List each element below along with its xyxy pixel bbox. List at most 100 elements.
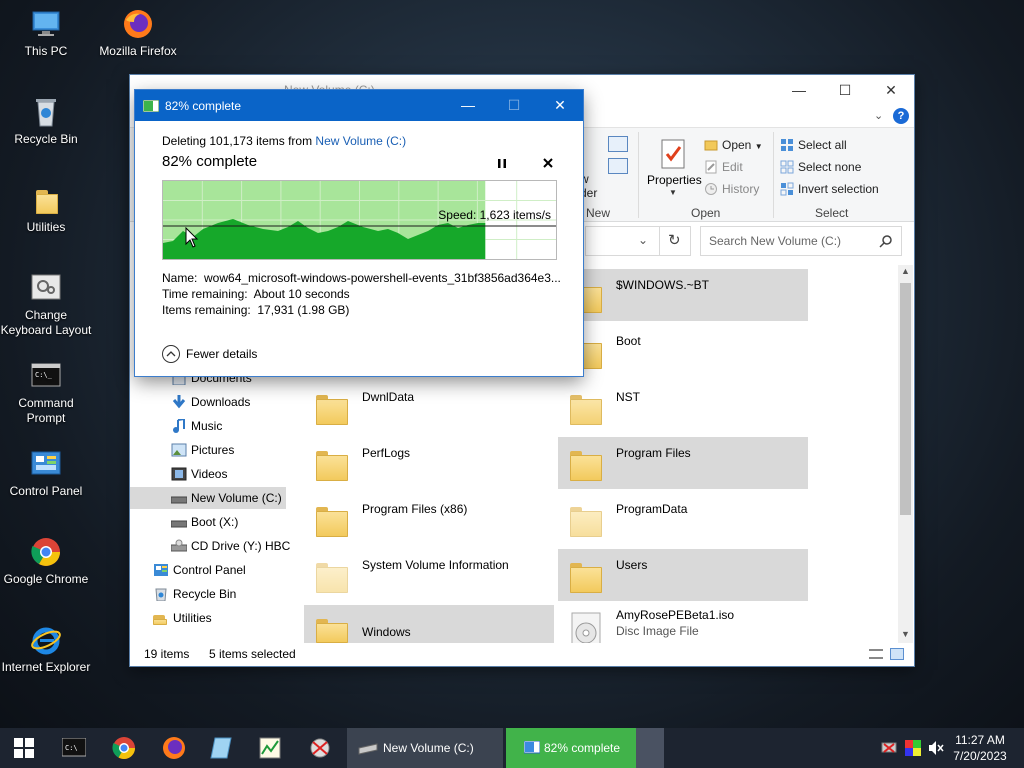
- taskbar-task-manager[interactable]: [246, 728, 294, 768]
- selected-count: 5 items selected: [209, 647, 296, 661]
- properties-button[interactable]: Properties ▼: [644, 136, 702, 200]
- file-item-perflogs[interactable]: PerfLogs: [304, 437, 554, 489]
- nav-item-downloads[interactable]: Downloads: [158, 391, 286, 413]
- taskbar-command-prompt[interactable]: C:\: [50, 728, 98, 768]
- file-item-program-files[interactable]: Program Files: [558, 437, 808, 489]
- details-view-icon[interactable]: [869, 649, 883, 659]
- desktop-icon-label: Internet Explorer: [1, 660, 91, 674]
- desktop-icon-label: Control Panel: [9, 484, 83, 498]
- start-button[interactable]: [0, 728, 48, 768]
- nav-item-new-volume-c[interactable]: New Volume (C:): [130, 487, 286, 509]
- source-location-link[interactable]: New Volume (C:): [315, 134, 406, 148]
- close-button[interactable]: ✕: [868, 75, 914, 105]
- delete-progress-dialog[interactable]: 82% complete — ☐ ✕ Deleting 101,173 item…: [135, 90, 583, 376]
- desktop-icon-command-prompt[interactable]: C:\_ Command Prompt: [0, 360, 92, 426]
- file-item-dwnldata[interactable]: DwnlData: [304, 381, 554, 433]
- progress-dialog-icon: [143, 100, 159, 112]
- volume-muted-icon[interactable]: [928, 740, 944, 756]
- status-bar: 19 items 5 items selected: [130, 643, 914, 666]
- history-button[interactable]: History: [704, 180, 759, 198]
- taskbar: C:\ New Volume (C:) 82% complete 11:27 A…: [0, 728, 1024, 768]
- control-panel-icon: [154, 564, 168, 576]
- select-none-button[interactable]: Select none: [780, 158, 861, 176]
- nav-item-videos[interactable]: Videos: [158, 463, 286, 485]
- taskbar-chrome[interactable]: [100, 728, 148, 768]
- maximize-button[interactable]: ☐: [491, 90, 537, 121]
- close-button[interactable]: ✕: [537, 90, 583, 121]
- select-all-button[interactable]: Select all: [780, 136, 847, 154]
- desktop-icon-label: Change Keyboard Layout: [0, 308, 92, 337]
- minimize-button[interactable]: —: [776, 75, 822, 105]
- maximize-button[interactable]: ☐: [822, 75, 868, 105]
- scroll-up-icon[interactable]: ▲: [901, 266, 910, 276]
- file-item-amyrosepebeta1-iso[interactable]: AmyRosePEBeta1.iso Disc Image File: [558, 605, 808, 643]
- chevron-down-icon[interactable]: ⌄: [638, 233, 648, 247]
- refresh-button[interactable]: ↻: [659, 226, 691, 256]
- nav-item-utilities[interactable]: Utilities: [140, 607, 280, 629]
- search-box[interactable]: Search New Volume (C:): [700, 226, 902, 256]
- color-display-icon[interactable]: [905, 740, 921, 756]
- file-item-programdata[interactable]: ProgramData: [558, 493, 808, 545]
- folder-icon: [153, 611, 169, 625]
- file-item-windows[interactable]: Windows: [304, 605, 554, 643]
- vertical-scrollbar[interactable]: ▲ ▼: [898, 265, 913, 643]
- ribbon-collapse-icon[interactable]: ⌄: [874, 109, 883, 122]
- nav-item-recycle-bin[interactable]: Recycle Bin: [140, 583, 280, 605]
- cd-drive-icon: [171, 539, 187, 552]
- file-item-windows-bt[interactable]: $WINDOWS.~BT: [558, 269, 808, 321]
- open-button[interactable]: Open ▼: [704, 136, 763, 154]
- large-icons-view-icon[interactable]: [890, 648, 904, 660]
- nav-item-pictures[interactable]: Pictures: [158, 439, 286, 461]
- pause-button[interactable]: [493, 155, 511, 173]
- minimize-button[interactable]: —: [445, 90, 491, 121]
- taskbar-task-explorer[interactable]: New Volume (C:): [347, 728, 503, 768]
- file-item-nst[interactable]: NST: [558, 381, 808, 433]
- desktop-icon-internet-explorer[interactable]: Internet Explorer: [0, 624, 92, 675]
- scroll-down-icon[interactable]: ▼: [901, 629, 910, 639]
- drive-icon: [171, 496, 187, 504]
- address-bar[interactable]: ⌄: [585, 226, 661, 256]
- network-icon[interactable]: [881, 740, 897, 756]
- taskbar-snipping-tool[interactable]: [296, 728, 344, 768]
- edit-button[interactable]: Edit: [704, 158, 743, 176]
- desktop-icon-label: This PC: [24, 44, 68, 58]
- desktop-icon-recycle-bin[interactable]: Recycle Bin: [0, 96, 92, 147]
- file-item-system-volume-information[interactable]: System Volume Information: [304, 549, 554, 601]
- folder-icon: [30, 184, 62, 216]
- nav-item-control-panel[interactable]: Control Panel: [140, 559, 280, 581]
- desktop-icon-google-chrome[interactable]: Google Chrome: [0, 536, 92, 587]
- help-icon[interactable]: ?: [893, 108, 909, 124]
- nav-item-boot-x[interactable]: Boot (X:): [158, 511, 286, 533]
- desktop-icon-firefox[interactable]: Mozilla Firefox: [92, 8, 184, 59]
- history-icon: [705, 183, 717, 195]
- search-icon: [879, 235, 892, 248]
- nav-item-cd-drive-y[interactable]: CD Drive (Y:) HBC: [158, 535, 290, 557]
- copy-path-icon[interactable]: [608, 136, 628, 152]
- desktop-icon-control-panel[interactable]: Control Panel: [0, 448, 92, 499]
- desktop-icon-utilities[interactable]: Utilities: [0, 184, 92, 235]
- invert-selection-button[interactable]: Invert selection: [780, 180, 879, 198]
- ribbon-group-open: Open: [691, 206, 721, 220]
- taskbar-notepad[interactable]: [198, 728, 246, 768]
- paste-shortcut-icon[interactable]: [608, 158, 628, 174]
- desktop-icon-this-pc[interactable]: This PC: [0, 8, 92, 59]
- system-clock[interactable]: 11:27 AM 7/20/2023: [950, 732, 1010, 764]
- invert-selection-icon: [780, 182, 794, 196]
- progress-dialog-icon: [524, 741, 540, 754]
- desktop-icon-change-keyboard-layout[interactable]: Change Keyboard Layout: [0, 272, 92, 338]
- select-all-icon: [781, 139, 793, 151]
- file-item-boot[interactable]: Boot: [558, 325, 808, 377]
- item-count: 19 items: [144, 647, 190, 661]
- taskbar-task-progress[interactable]: 82% complete: [506, 728, 664, 768]
- cancel-button[interactable]: [539, 155, 557, 173]
- download-arrow-icon: [172, 395, 186, 409]
- scrollbar-thumb[interactable]: [900, 283, 911, 515]
- nav-item-music[interactable]: Music: [158, 415, 286, 437]
- dialog-title-bar[interactable]: 82% complete — ☐ ✕: [135, 90, 583, 121]
- taskbar-firefox[interactable]: [150, 728, 198, 768]
- dialog-title: 82% complete: [165, 99, 242, 113]
- file-item-program-files-x86[interactable]: Program Files (x86): [304, 493, 554, 545]
- file-item-users[interactable]: Users: [558, 549, 808, 601]
- snipping-tool-icon: [310, 738, 330, 758]
- internet-explorer-icon: [30, 624, 62, 656]
